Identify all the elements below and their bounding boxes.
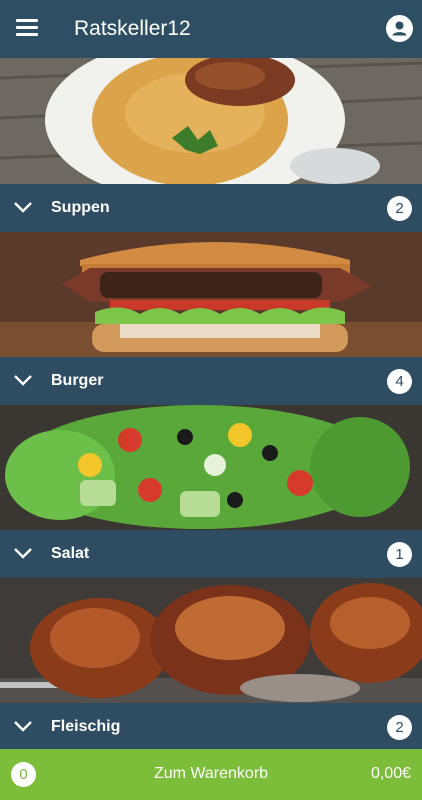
burger-image (0, 232, 422, 357)
category-label: Burger (51, 372, 104, 389)
salad-image (0, 405, 422, 530)
chevron-down-icon (14, 202, 32, 213)
category-fleischig[interactable]: Fleischig 2 (0, 578, 422, 751)
category-label: Fleischig (51, 718, 121, 735)
chevron-down-icon (14, 375, 32, 386)
meat-image (0, 578, 422, 703)
category-header[interactable]: Salat 1 (0, 530, 422, 578)
app-bar: Ratskeller12 (0, 0, 422, 58)
item-count-badge: 2 (387, 196, 412, 221)
category-suppen[interactable]: Suppen 2 (0, 58, 422, 232)
cart-total: 0,00€ (370, 765, 411, 782)
category-salat[interactable]: Salat 1 (0, 405, 422, 578)
chevron-down-icon (14, 721, 32, 732)
menu-icon[interactable] (16, 19, 38, 39)
item-count-badge: 4 (387, 369, 412, 394)
cart-label: Zum Warenkorb (153, 765, 269, 782)
category-header[interactable]: Suppen 2 (0, 184, 422, 232)
category-header[interactable]: Burger 4 (0, 357, 422, 405)
soup-image (0, 58, 422, 184)
chevron-down-icon (14, 548, 32, 559)
cart-button[interactable]: 0 Zum Warenkorb 0,00€ (0, 749, 422, 800)
item-count-badge: 2 (387, 715, 412, 740)
category-label: Salat (51, 545, 90, 562)
category-label: Suppen (51, 199, 110, 216)
app-title: Ratskeller12 (74, 17, 191, 40)
category-header[interactable]: Fleischig 2 (0, 703, 422, 751)
category-burger[interactable]: Burger 4 (0, 232, 422, 405)
item-count-badge: 1 (387, 542, 412, 567)
account-icon[interactable] (386, 15, 413, 42)
